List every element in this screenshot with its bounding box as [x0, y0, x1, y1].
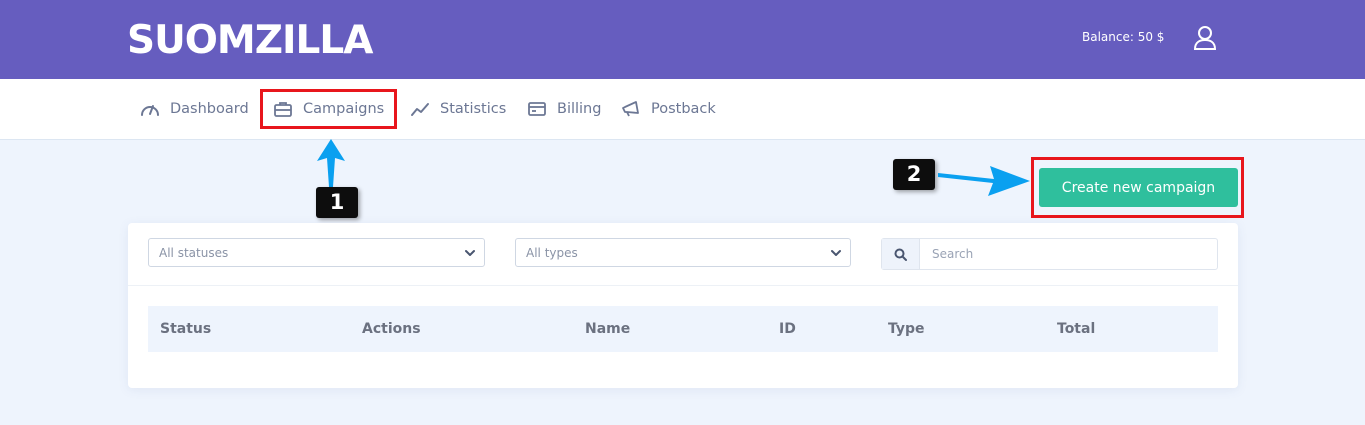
nav-label: Statistics — [440, 101, 507, 117]
create-campaign-button[interactable]: Create new campaign — [1039, 168, 1238, 207]
search-box — [881, 238, 1218, 270]
campaigns-card: All statuses All types Status Actions Na… — [128, 223, 1238, 388]
app-logo[interactable]: SUOMZILLA — [127, 18, 373, 64]
balance-display: Balance: 50 $ — [1082, 30, 1165, 44]
line-chart-icon — [411, 103, 429, 116]
column-header-actions[interactable]: Actions — [362, 320, 421, 338]
column-header-id[interactable]: ID — [779, 320, 796, 338]
top-header: SUOMZILLA Balance: 50 $ — [0, 0, 1365, 79]
step-badge-1: 1 — [316, 187, 358, 218]
column-header-total[interactable]: Total — [1057, 320, 1095, 338]
search-icon — [894, 248, 907, 261]
type-filter-select[interactable]: All types — [515, 238, 851, 267]
user-icon[interactable] — [1191, 25, 1219, 51]
nav-label: Postback — [651, 101, 716, 117]
nav-label: Dashboard — [170, 101, 249, 117]
search-input[interactable] — [920, 239, 1217, 269]
chevron-down-icon — [831, 250, 841, 256]
arrow-right-icon — [938, 166, 1030, 196]
arrow-up-icon — [317, 139, 345, 187]
card-divider — [128, 285, 1238, 286]
credit-card-icon — [528, 102, 546, 116]
nav-item-dashboard[interactable]: Dashboard — [140, 96, 249, 122]
megaphone-icon — [622, 101, 639, 117]
column-header-status[interactable]: Status — [160, 320, 211, 338]
chevron-down-icon — [465, 250, 475, 256]
highlight-campaigns — [260, 89, 397, 129]
search-button[interactable] — [882, 239, 920, 269]
type-filter-value: All types — [526, 245, 578, 260]
step-badge-2: 2 — [893, 159, 935, 190]
table-header: Status Actions Name ID Type Total — [148, 306, 1218, 352]
nav-label: Billing — [557, 101, 602, 117]
status-filter-value: All statuses — [159, 245, 229, 260]
gauge-icon — [141, 105, 159, 116]
nav-item-statistics[interactable]: Statistics — [410, 96, 506, 122]
column-header-type[interactable]: Type — [888, 320, 925, 338]
nav-item-postback[interactable]: Postback — [621, 96, 716, 122]
status-filter-select[interactable]: All statuses — [148, 238, 485, 267]
nav-item-billing[interactable]: Billing — [527, 96, 601, 122]
main-nav: Dashboard Campaigns Statistics Billing P… — [0, 79, 1365, 140]
column-header-name[interactable]: Name — [585, 320, 630, 338]
